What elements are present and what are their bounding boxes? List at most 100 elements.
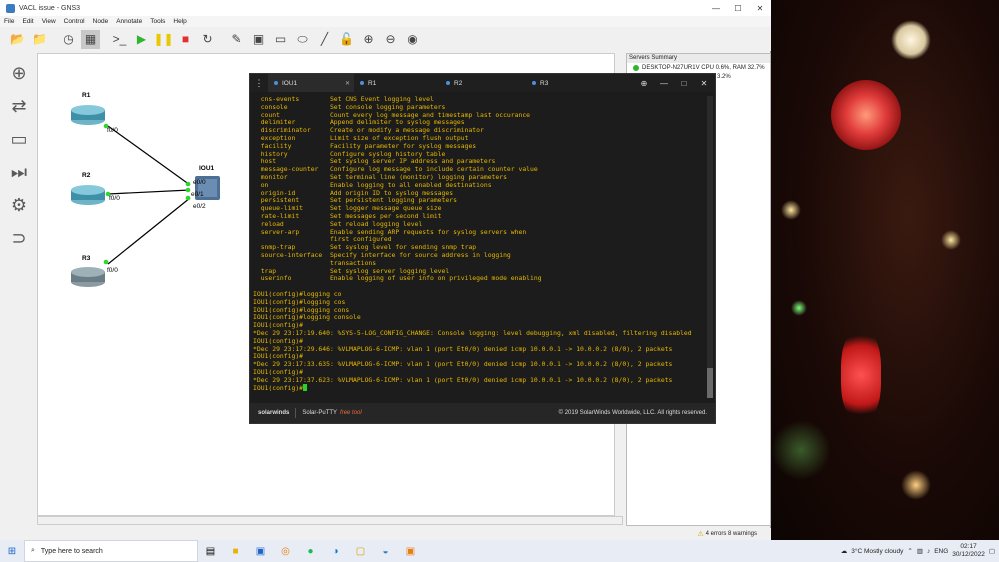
terminal-output[interactable]: cns-events Set CNS Event logging level c… (250, 92, 708, 401)
santa-ornament-icon (841, 330, 881, 420)
close-tab-icon[interactable]: ✕ (345, 80, 350, 87)
browse-switches-icon[interactable]: ⇄ (4, 91, 34, 121)
menu-file[interactable]: File (0, 18, 18, 25)
add-link-icon[interactable]: ⊃ (4, 223, 34, 253)
link-status-icon (103, 259, 109, 265)
router-r3[interactable] (71, 267, 105, 287)
tab-iou1[interactable]: IOU1 ✕ (268, 74, 354, 92)
title-bar: VACL issue - GNS3 — ☐ ✕ (0, 0, 771, 16)
server-row[interactable]: DESKTOP-N27UR1V CPU 0.6%, RAM 32.7% (627, 63, 770, 72)
menu-annotate[interactable]: Annotate (112, 18, 146, 25)
maximize-button[interactable]: ☐ (727, 0, 749, 16)
warning-icon: ⚠ (697, 531, 704, 538)
console-maximize-button[interactable]: □ (674, 79, 694, 88)
weather-icon: ☁ (840, 548, 848, 555)
insert-picture-icon[interactable]: ▣ (249, 30, 268, 49)
show-interface-labels-icon[interactable]: ▦ (81, 29, 100, 49)
menu-view[interactable]: View (38, 18, 60, 25)
edge-icon[interactable]: ◑ (323, 540, 348, 562)
snowflake-ornament-icon (891, 20, 931, 60)
taskbar-search[interactable]: ⌕ Type here to search (24, 540, 198, 562)
terminal-line: *Dec 29 23:17:19.640: %SYS-5-LOG_CONFIG_… (253, 328, 692, 337)
solar-putty-icon[interactable]: ▣ (398, 540, 423, 562)
terminal-line: IOU1(config)#logging console (253, 313, 361, 322)
screenshot-camera-icon[interactable]: ◉ (403, 30, 422, 49)
open-project-icon[interactable]: 📁 (30, 30, 49, 49)
close-button[interactable]: ✕ (749, 0, 771, 16)
solar-putty-console: ⋮ IOU1 ✕ R1 R2 R3 ⊕ — □ ✕ cns-events Set… (249, 73, 716, 424)
open-folder-icon[interactable]: 📂 (8, 30, 27, 49)
canvas-horizontal-scrollbar[interactable] (37, 516, 623, 525)
show-hidden-icons-icon[interactable]: ⌃ (907, 547, 912, 555)
console-all-icon[interactable]: >_ (110, 30, 129, 49)
blender-icon[interactable]: ◎ (273, 540, 298, 562)
network-icon[interactable]: ▥ (917, 547, 923, 555)
start-all-icon[interactable]: ▶ (132, 30, 151, 49)
terminal-prompt-line[interactable]: IOU1(config)# (253, 384, 708, 393)
node-label-r1: R1 (82, 92, 91, 99)
gns3-taskbar-icon[interactable]: ▢ (348, 540, 373, 562)
draw-line-icon[interactable]: ╱ (315, 30, 334, 49)
console-menu-icon[interactable]: ⋮ (250, 78, 268, 89)
screen: VACL issue - GNS3 — ☐ ✕ File Edit View C… (0, 0, 999, 562)
port-label: e0/0 (193, 179, 206, 186)
file-explorer-icon[interactable]: ■ (223, 540, 248, 562)
browse-security-devices-icon[interactable]: ⏭ (4, 157, 34, 187)
console-minimize-button[interactable]: — (654, 79, 674, 88)
clock[interactable]: 02:17 30/12/2022 (952, 543, 985, 559)
product-name: Solar-PuTTY (302, 410, 338, 416)
router-r2[interactable] (71, 185, 105, 205)
draw-ellipse-icon[interactable]: ⬭ (293, 30, 312, 49)
minimize-button[interactable]: — (705, 0, 727, 16)
spotify-icon[interactable]: ● (298, 540, 323, 562)
zoom-in-icon[interactable]: ⊕ (359, 30, 378, 49)
language-indicator[interactable]: ENG (934, 548, 948, 555)
tab-r3[interactable]: R3 (526, 74, 612, 92)
router-r1[interactable] (71, 105, 105, 125)
lock-icon[interactable]: 🔓 (337, 30, 356, 49)
snapshot-clock-icon[interactable]: ◷ (59, 30, 78, 49)
browse-routers-icon[interactable]: ⊕ (4, 58, 34, 88)
volume-icon[interactable]: ♪ (927, 548, 930, 555)
session-dot-icon (446, 81, 450, 85)
task-view-icon[interactable]: ▤ (198, 540, 223, 562)
firefox-icon[interactable]: ◒ (373, 540, 398, 562)
terminal-line: *Dec 29 23:17:29.646: %VLMAPLOG-6-ICMP: … (253, 344, 673, 353)
port-label: e0/2 (193, 203, 206, 210)
add-note-icon[interactable]: ✎ (227, 30, 246, 49)
stop-all-icon[interactable]: ■ (176, 30, 195, 49)
weather-text[interactable]: 3°C Mostly cloudy (851, 548, 903, 555)
new-session-icon[interactable]: ⊕ (634, 79, 654, 88)
menu-help[interactable]: Help (169, 18, 190, 25)
tab-r2[interactable]: R2 (440, 74, 526, 92)
notifications-icon[interactable]: ▢ (989, 547, 995, 555)
link-r2-iou1 (107, 189, 191, 195)
light-icon (941, 230, 961, 250)
browse-all-devices-icon[interactable]: ⚙ (4, 190, 34, 220)
menu-control[interactable]: Control (60, 18, 89, 25)
tree-branch-icon (771, 420, 831, 480)
tab-r1[interactable]: R1 (354, 74, 440, 92)
menu-edit[interactable]: Edit (18, 18, 37, 25)
server-status-icon (633, 64, 639, 71)
zoom-out-icon[interactable]: ⊖ (381, 30, 400, 49)
draw-rectangle-icon[interactable]: ▭ (271, 30, 290, 49)
windows-start-icon[interactable]: ⊞ (0, 540, 24, 562)
store-icon[interactable]: ▣ (248, 540, 273, 562)
terminal-line: *Dec 29 23:17:33.635: %VLMAPLOG-6-ICMP: … (253, 360, 673, 369)
suspend-all-icon[interactable]: ❚❚ (153, 30, 173, 49)
desktop-wallpaper (771, 0, 999, 540)
window-title: VACL issue - GNS3 (19, 4, 81, 12)
reload-all-icon[interactable]: ↻ (198, 30, 217, 49)
menu-tools[interactable]: Tools (146, 18, 169, 25)
menu-node[interactable]: Node (89, 18, 113, 25)
port-label: f0/0 (109, 195, 120, 202)
link-status-icon (185, 195, 191, 201)
port-label: f0/0 (107, 267, 118, 274)
browse-end-devices-icon[interactable]: ▭ (4, 124, 34, 154)
errors-warnings[interactable]: ⚠ 4 errors 8 warnings (697, 530, 757, 538)
link-r1-iou1 (107, 125, 191, 186)
console-close-button[interactable]: ✕ (694, 79, 714, 88)
console-tab-bar: ⋮ IOU1 ✕ R1 R2 R3 ⊕ — □ ✕ (250, 74, 715, 92)
terminal-scrollbar[interactable] (707, 96, 713, 398)
